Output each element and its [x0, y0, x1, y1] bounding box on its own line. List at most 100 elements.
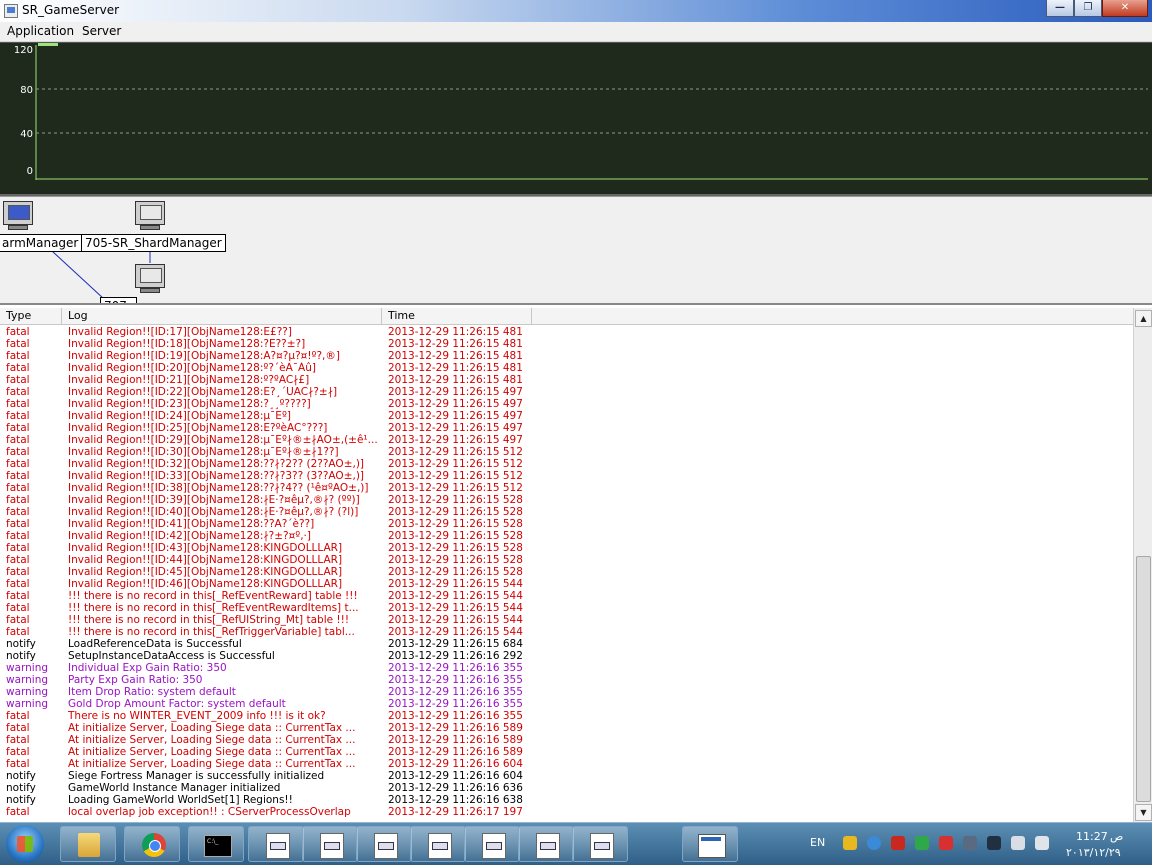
column-time[interactable]: Time: [382, 308, 532, 324]
log-row[interactable]: fatal Invalid Region!![ID:46][ObjName128:…: [0, 578, 1133, 590]
tray-update-icon[interactable]: [915, 836, 929, 850]
log-message-cell: Invalid Region!![ID:38][ObjName128:??∤?4…: [68, 482, 369, 494]
log-row[interactable]: fatal Invalid Region!![ID:44][ObjName128:…: [0, 554, 1133, 566]
log-row[interactable]: fatal At initialize Server, Loading Siege…: [0, 746, 1133, 758]
taskbar-button[interactable]: [518, 826, 574, 862]
log-time-cell: 2013-12-29 11:26:15 497: [388, 410, 523, 422]
agent-computer-icon[interactable]: [135, 264, 165, 294]
log-row[interactable]: fatal Invalid Region!![ID:30][ObjName128:…: [0, 446, 1133, 458]
clock-date[interactable]: ٢٠١٣/١٢/٢٩: [1066, 846, 1121, 859]
tray-network-icon[interactable]: [867, 836, 881, 850]
log-type-cell: fatal: [6, 758, 30, 770]
log-row[interactable]: notify LoadReferenceData is Successful 201…: [0, 638, 1133, 650]
chrome-icon: [142, 833, 166, 857]
log-row[interactable]: fatal Invalid Region!![ID:39][ObjName128:…: [0, 494, 1133, 506]
log-row[interactable]: notify GameWorld Instance Manager initial…: [0, 782, 1133, 794]
log-row[interactable]: fatal Invalid Region!![ID:18][ObjName128:…: [0, 338, 1133, 350]
log-type-cell: fatal: [6, 542, 30, 554]
log-row[interactable]: warning Individual Exp Gain Ratio: 350 201…: [0, 662, 1133, 674]
tray-tool-icon[interactable]: [963, 836, 977, 850]
log-message-cell: Invalid Region!![ID:17][ObjName128:E£??]: [68, 326, 292, 338]
log-time-cell: 2013-12-29 11:26:15 528: [388, 530, 523, 542]
log-type-cell: fatal: [6, 410, 30, 422]
taskbar-button[interactable]: [464, 826, 520, 862]
log-type-cell: fatal: [6, 566, 30, 578]
node-agent[interactable]: 707_: [100, 297, 137, 303]
log-row[interactable]: warning Item Drop Ratio: system default 20…: [0, 686, 1133, 698]
taskbar-button[interactable]: [302, 826, 358, 862]
log-row[interactable]: fatal At initialize Server, Loading Siege…: [0, 722, 1133, 734]
tray-shield-icon[interactable]: [891, 836, 905, 850]
scroll-down-button[interactable]: ▼: [1135, 804, 1152, 821]
log-row[interactable]: fatal Invalid Region!![ID:20][ObjName128:…: [0, 362, 1133, 374]
close-button[interactable]: ✕: [1102, 0, 1148, 17]
minimize-button[interactable]: —: [1046, 0, 1074, 17]
shard-manager-computer-icon[interactable]: [135, 201, 165, 231]
log-row[interactable]: fatal Invalid Region!![ID:32][ObjName128:…: [0, 458, 1133, 470]
load-graph: 120 80 40 0: [0, 42, 1152, 196]
vertical-scrollbar[interactable]: ▲ ▼: [1133, 308, 1152, 822]
menu-server[interactable]: Server: [82, 24, 121, 38]
column-log[interactable]: Log: [62, 308, 382, 324]
log-row[interactable]: fatal !!! there is no record in this[_Ref…: [0, 626, 1133, 638]
start-button[interactable]: [6, 825, 44, 863]
log-row[interactable]: fatal Invalid Region!![ID:42][ObjName128:…: [0, 530, 1133, 542]
clock-time[interactable]: 11:27: [1076, 830, 1108, 843]
taskbar-button[interactable]: [60, 826, 116, 862]
log-row[interactable]: fatal At initialize Server, Loading Siege…: [0, 758, 1133, 770]
log-row[interactable]: fatal Invalid Region!![ID:41][ObjName128:…: [0, 518, 1133, 530]
log-row[interactable]: fatal Invalid Region!![ID:43][ObjName128:…: [0, 542, 1133, 554]
maximize-button[interactable]: ❐: [1074, 0, 1102, 17]
node-farm-manager[interactable]: armManager: [0, 234, 83, 252]
tray-key-icon[interactable]: [843, 836, 857, 850]
taskbar-button[interactable]: [410, 826, 466, 862]
log-type-cell: fatal: [6, 398, 30, 410]
log-time-cell: 2013-12-29 11:26:15 497: [388, 386, 523, 398]
tray-flag-icon[interactable]: [939, 836, 953, 850]
log-row[interactable]: fatal There is no WINTER_EVENT_2009 info …: [0, 710, 1133, 722]
taskbar-button[interactable]: [572, 826, 628, 862]
title-bar[interactable]: SR_GameServer — ❐ ✕: [0, 0, 1152, 23]
taskbar-button[interactable]: [124, 826, 180, 862]
log-row[interactable]: fatal Invalid Region!![ID:33][ObjName128:…: [0, 470, 1133, 482]
log-row[interactable]: fatal At initialize Server, Loading Siege…: [0, 734, 1133, 746]
log-row[interactable]: notify Siege Fortress Manager is successf…: [0, 770, 1133, 782]
log-row[interactable]: fatal Invalid Region!![ID:19][ObjName128:…: [0, 350, 1133, 362]
log-row[interactable]: warning Party Exp Gain Ratio: 350 2013-12-…: [0, 674, 1133, 686]
log-row[interactable]: fatal Invalid Region!![ID:25][ObjName128:…: [0, 422, 1133, 434]
tray-display-icon[interactable]: [1011, 836, 1025, 850]
taskbar-button[interactable]: [356, 826, 412, 862]
log-row[interactable]: fatal Invalid Region!![ID:40][ObjName128:…: [0, 506, 1133, 518]
menu-application[interactable]: Application: [7, 24, 74, 38]
log-row[interactable]: fatal !!! there is no record in this[_Ref…: [0, 614, 1133, 626]
scroll-up-button[interactable]: ▲: [1135, 310, 1152, 327]
log-row[interactable]: fatal !!! there is no record in this[_Ref…: [0, 602, 1133, 614]
taskbar-button[interactable]: [188, 826, 244, 862]
log-row[interactable]: fatal !!! there is no record in this[_Ref…: [0, 590, 1133, 602]
log-time-cell: 2013-12-29 11:26:15 544: [388, 590, 523, 602]
log-row[interactable]: fatal Invalid Region!![ID:22][ObjName128:…: [0, 386, 1133, 398]
log-row[interactable]: fatal Invalid Region!![ID:24][ObjName128:…: [0, 410, 1133, 422]
farm-manager-computer-icon[interactable]: [3, 201, 33, 231]
log-row[interactable]: notify SetupInstanceDataAccess is Success…: [0, 650, 1133, 662]
log-row[interactable]: fatal Invalid Region!![ID:38][ObjName128:…: [0, 482, 1133, 494]
column-type[interactable]: Type: [0, 308, 62, 324]
node-shard-manager[interactable]: 705-SR_ShardManager: [81, 234, 226, 252]
folder-icon: [78, 833, 100, 857]
scroll-thumb[interactable]: [1136, 556, 1151, 802]
log-row[interactable]: fatal Invalid Region!![ID:21][ObjName128:…: [0, 374, 1133, 386]
log-row[interactable]: fatal Invalid Region!![ID:23][ObjName128:…: [0, 398, 1133, 410]
log-message-cell: Invalid Region!![ID:39][ObjName128:∤E·?¤…: [68, 494, 360, 506]
language-indicator[interactable]: EN: [810, 836, 825, 849]
tray-action-center-icon[interactable]: [987, 836, 1001, 850]
log-row[interactable]: notify Loading GameWorld WorldSet[1] Regi…: [0, 794, 1133, 806]
taskbar-button[interactable]: [682, 826, 738, 862]
log-row[interactable]: fatal Invalid Region!![ID:17][ObjName128:…: [0, 326, 1133, 338]
log-row[interactable]: fatal Invalid Region!![ID:45][ObjName128:…: [0, 566, 1133, 578]
log-row[interactable]: fatal local overlap job exception!! : CSe…: [0, 806, 1133, 818]
log-row[interactable]: fatal Invalid Region!![ID:29][ObjName128:…: [0, 434, 1133, 446]
log-time-cell: 2013-12-29 11:26:16 604: [388, 758, 523, 770]
log-row[interactable]: warning Gold Drop Amount Factor: system d…: [0, 698, 1133, 710]
tray-volume-icon[interactable]: [1035, 836, 1049, 850]
taskbar-button[interactable]: [248, 826, 304, 862]
